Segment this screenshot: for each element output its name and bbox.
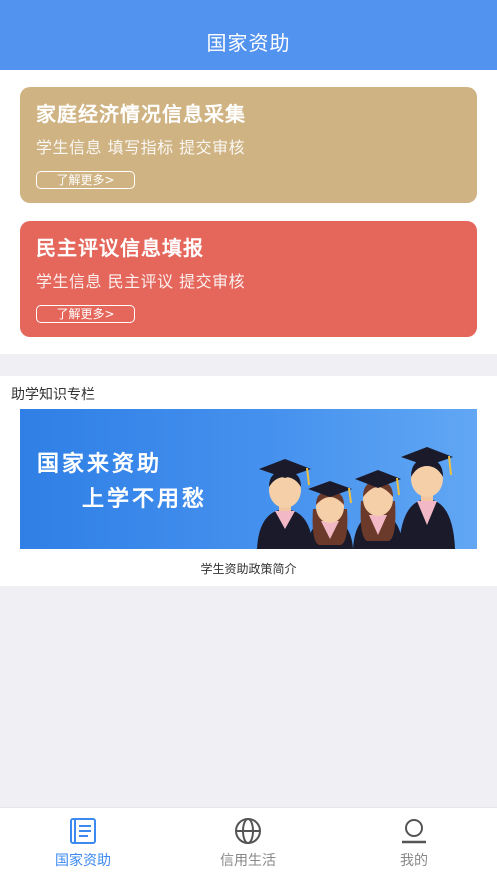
tab-credit-life[interactable]: 信用生活 <box>188 816 308 876</box>
family-economic-info-card[interactable]: 家庭经济情况信息采集 学生信息 填写指标 提交审核 了解更多> <box>20 87 477 203</box>
tab-label: 国家资助 <box>55 853 111 869</box>
tab-label: 我的 <box>400 853 428 869</box>
section-title: 助学知识专栏 <box>11 387 95 403</box>
banner-caption[interactable]: 学生资助政策简介 <box>0 560 497 577</box>
document-icon <box>67 816 99 846</box>
learn-more-button[interactable]: 了解更多> <box>36 171 135 189</box>
tab-mine[interactable]: 我的 <box>354 816 474 876</box>
user-icon <box>398 816 430 846</box>
card-subtitle: 学生信息 填写指标 提交审核 <box>36 138 246 157</box>
tab-label: 信用生活 <box>220 853 276 869</box>
knowledge-section: 助学知识专栏 国家来资助 上学不用愁 学生资助政策简介 <box>0 376 497 586</box>
app-header: 国家资助 <box>0 0 497 70</box>
card-title: 家庭经济情况信息采集 <box>36 102 246 126</box>
learn-more-button[interactable]: 了解更多> <box>36 305 135 323</box>
democratic-review-card[interactable]: 民主评议信息填报 学生信息 民主评议 提交审核 了解更多> <box>20 221 477 337</box>
tab-national-aid[interactable]: 国家资助 <box>23 816 143 876</box>
banner-headline: 国家来资助 <box>37 452 163 477</box>
graduates-illustration <box>257 447 455 549</box>
policy-banner[interactable]: 国家来资助 上学不用愁 <box>20 409 477 549</box>
banner-subheadline: 上学不用愁 <box>82 487 208 512</box>
globe-icon <box>232 816 264 846</box>
card-title: 民主评议信息填报 <box>36 236 204 260</box>
page-title: 国家资助 <box>206 30 291 55</box>
cards-section: 家庭经济情况信息采集 学生信息 填写指标 提交审核 了解更多> 民主评议信息填报… <box>0 70 497 354</box>
card-subtitle: 学生信息 民主评议 提交审核 <box>36 272 246 291</box>
bottom-tab-bar: 国家资助 信用生活 我的 <box>0 807 497 883</box>
